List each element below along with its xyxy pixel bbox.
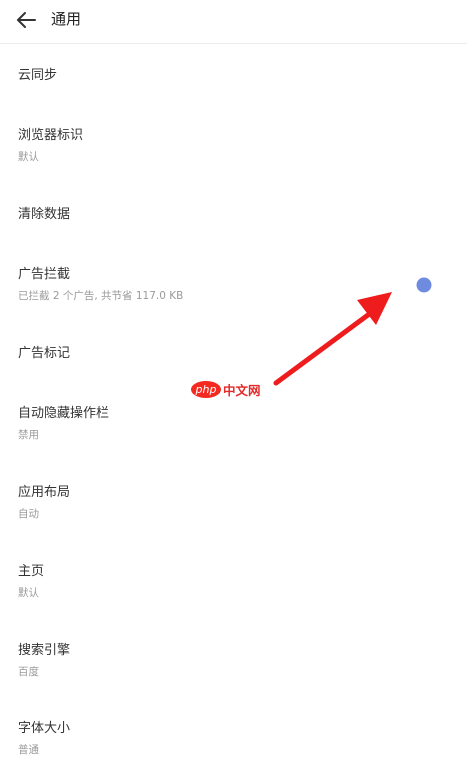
setting-label: 浏览器标识 <box>18 128 84 143</box>
setting-value: 普通 <box>18 744 39 756</box>
setting-label: 广告标记 <box>18 346 71 361</box>
back-button[interactable] <box>8 4 44 36</box>
setting-value: 禁用 <box>18 429 39 441</box>
setting-value: 默认 <box>18 151 39 163</box>
setting-label: 自动隐藏操作栏 <box>18 406 110 421</box>
top-bar: 通用 <box>0 0 467 44</box>
setting-browser-ua[interactable]: 浏览器标识 默认 <box>0 104 467 184</box>
setting-label: 应用布局 <box>18 485 71 500</box>
setting-search-engine[interactable]: 搜索引擎 百度 <box>0 622 467 702</box>
setting-label: 广告拦截 <box>18 267 71 282</box>
setting-value: 已拦截 2 个广告, 共节省 117.0 KB <box>18 290 184 302</box>
setting-cloud-sync[interactable]: 云同步 <box>0 44 467 104</box>
arrow-left-icon <box>17 12 36 28</box>
setting-ad-block[interactable]: 广告拦截 已拦截 2 个广告, 共节省 117.0 KB <box>0 244 467 324</box>
setting-label: 云同步 <box>18 68 58 83</box>
setting-ad-mark[interactable]: 广告标记 <box>0 324 467 384</box>
setting-value: 默认 <box>18 587 39 599</box>
setting-value: 自动 <box>18 508 39 520</box>
setting-clear-data[interactable]: 清除数据 <box>0 184 467 244</box>
settings-page: 通用 云同步 浏览器标识 默认 清除数据 广告拦截 已拦截 2 个广告, 共节省… <box>0 0 467 781</box>
setting-label: 清除数据 <box>18 207 71 222</box>
setting-label: 主页 <box>18 564 45 579</box>
setting-app-layout[interactable]: 应用布局 自动 <box>0 464 467 544</box>
watermark-text: 中文网 <box>223 383 261 398</box>
setting-label: 字体大小 <box>18 721 71 736</box>
setting-homepage[interactable]: 主页 默认 <box>0 544 467 622</box>
watermark: php 中文网 <box>191 379 261 403</box>
setting-value: 百度 <box>18 666 39 678</box>
setting-font-size[interactable]: 字体大小 普通 <box>0 702 467 781</box>
page-title: 通用 <box>51 10 82 28</box>
setting-label: 搜索引擎 <box>18 643 71 658</box>
watermark-logo: php <box>191 381 221 398</box>
